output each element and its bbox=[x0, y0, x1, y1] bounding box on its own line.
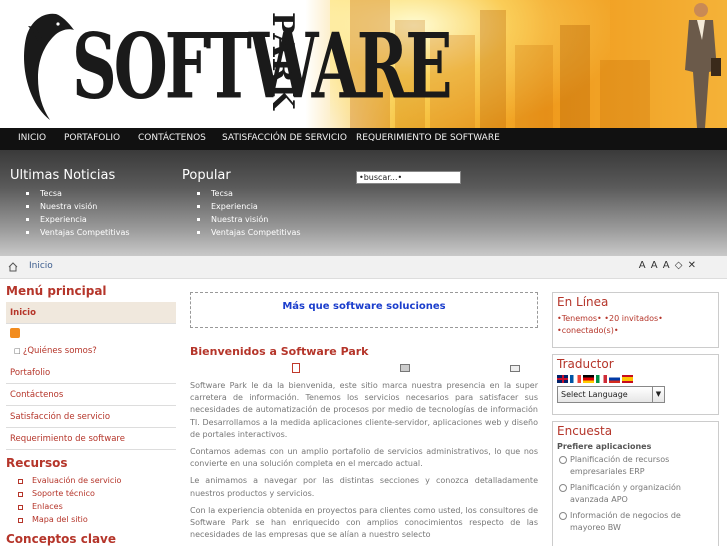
news-item[interactable]: Nuestra visión bbox=[26, 200, 130, 213]
poll-box: Encuesta Prefiere aplicaciones Planifica… bbox=[552, 421, 719, 546]
italy-flag-icon[interactable] bbox=[596, 375, 607, 383]
nav-contactenos[interactable]: CONTÁCTENOS bbox=[138, 133, 206, 143]
pdf-icon[interactable] bbox=[292, 363, 300, 373]
main-menu-title: Menú principal bbox=[6, 284, 107, 298]
email-icon[interactable] bbox=[510, 365, 520, 372]
content-paragraph: Con la experiencia obtenida en proyectos… bbox=[190, 505, 538, 540]
popular-item[interactable]: Ventajas Competitivas bbox=[197, 226, 301, 239]
nav-inicio[interactable]: INICIO bbox=[18, 133, 46, 143]
breadcrumb: Inicio A A A ◇ ✕ bbox=[0, 256, 727, 279]
france-flag-icon[interactable] bbox=[570, 375, 581, 383]
news-list: Tecsa Nuestra visión Experiencia Ventaja… bbox=[26, 187, 130, 239]
text-size-tools[interactable]: A A A ◇ ✕ bbox=[639, 260, 697, 271]
popular-item[interactable]: Tecsa bbox=[197, 187, 301, 200]
resource-item[interactable]: Soporte técnico bbox=[6, 487, 176, 500]
menu-item-satisfaccion[interactable]: Satisfacción de servicio bbox=[6, 406, 176, 428]
flags-row bbox=[557, 375, 714, 383]
resource-item[interactable]: Enlaces bbox=[6, 500, 176, 513]
germany-flag-icon[interactable] bbox=[583, 375, 594, 383]
search-input[interactable]: •buscar...• bbox=[356, 171, 461, 184]
poll-option[interactable]: Información de negocios de mayoreo BW bbox=[557, 510, 714, 534]
logo-wordmark: SOFTWARE bbox=[72, 13, 452, 120]
menu-item-portafolio[interactable]: Portafolio bbox=[6, 362, 176, 384]
menu-item-requerimiento[interactable]: Requerimiento de software bbox=[6, 428, 176, 450]
menu-item-inicio[interactable]: Inicio bbox=[6, 302, 176, 324]
resource-item[interactable]: Mapa del sitio bbox=[6, 513, 176, 526]
language-select-value: Select Language bbox=[561, 390, 628, 399]
online-box: En Línea •Tenemos• •20 invitados• •conec… bbox=[552, 292, 719, 348]
content-paragraph: Software Park le da la bienvenida, este … bbox=[190, 381, 538, 439]
popular-list: Tecsa Experiencia Nuestra visión Ventaja… bbox=[197, 187, 301, 239]
breadcrumb-home[interactable]: Inicio bbox=[29, 261, 53, 271]
main-navbar: INICIO PORTAFOLIO CONTÁCTENOS SATISFACCI… bbox=[0, 128, 727, 150]
news-band: Ultimas Noticias Tecsa Nuestra visión Ex… bbox=[0, 150, 727, 256]
nav-requerimiento[interactable]: REQUERIMIENTO DE SOFTWARE bbox=[356, 133, 500, 143]
page-title: Bienvenidos a Software Park bbox=[190, 345, 369, 358]
rss-icon[interactable] bbox=[10, 328, 20, 338]
main-content: Más que software soluciones Bienvenidos … bbox=[190, 292, 538, 541]
menu-item-quienes[interactable]: ¿Quiénes somos? bbox=[23, 346, 97, 356]
dolphin-logo-icon bbox=[24, 13, 74, 120]
businessman-figure bbox=[685, 3, 721, 128]
right-sidebar: En Línea •Tenemos• •20 invitados• •conec… bbox=[552, 292, 719, 552]
concepts-title: Conceptos clave bbox=[6, 532, 117, 546]
left-sidebar: Menú principal Inicio □ ¿Quiénes somos? … bbox=[6, 284, 176, 546]
language-select[interactable]: Select Language ▼ bbox=[557, 386, 665, 403]
radio-button[interactable] bbox=[559, 456, 567, 464]
nav-portafolio[interactable]: PORTAFOLIO bbox=[64, 133, 120, 143]
popular-title: Popular bbox=[182, 168, 231, 183]
poll-question: Prefiere aplicaciones bbox=[557, 442, 652, 451]
news-item[interactable]: Experiencia bbox=[26, 213, 130, 226]
popular-item[interactable]: Experiencia bbox=[197, 200, 301, 213]
content-paragraph: Contamos ademas con un amplio portafolio… bbox=[190, 447, 538, 469]
menu-item-contactenos[interactable]: Contáctenos bbox=[6, 384, 176, 406]
resource-item[interactable]: Evaluación de servicio bbox=[6, 474, 176, 487]
popular-item[interactable]: Nuestra visión bbox=[197, 213, 301, 226]
news-title: Ultimas Noticias bbox=[10, 168, 116, 183]
poll-option[interactable]: Planificación de recursos empresariales … bbox=[557, 454, 714, 478]
promo-banner: Más que software soluciones bbox=[190, 292, 538, 328]
radio-button[interactable] bbox=[559, 484, 567, 492]
poll-title: Encuesta bbox=[557, 424, 613, 438]
radio-button[interactable] bbox=[559, 512, 567, 520]
russia-flag-icon[interactable] bbox=[609, 375, 620, 383]
translator-title: Traductor bbox=[557, 357, 614, 371]
header-banner: SOFTWARE PARK bbox=[0, 0, 727, 128]
resources-list: Evaluación de servicio Soporte técnico E… bbox=[6, 474, 176, 526]
news-item[interactable]: Tecsa bbox=[26, 187, 130, 200]
poll-option[interactable]: Planificación y organización avanzada AP… bbox=[557, 482, 714, 506]
content-paragraph: Le animamos a navegar por las distintas … bbox=[190, 476, 538, 498]
online-text: •Tenemos• •20 invitados• •conectado(s)• bbox=[557, 314, 663, 335]
nav-satisfaccion[interactable]: SATISFACCIÓN DE SERVICIO bbox=[222, 133, 347, 143]
chevron-down-icon: ▼ bbox=[652, 387, 664, 402]
spain-flag-icon[interactable] bbox=[622, 375, 633, 383]
resources-title: Recursos bbox=[6, 456, 68, 470]
print-icon[interactable] bbox=[400, 364, 410, 372]
logo-side-text: PARK bbox=[265, 12, 300, 111]
uk-flag-icon[interactable] bbox=[557, 375, 568, 383]
home-icon[interactable] bbox=[8, 262, 18, 272]
online-title: En Línea bbox=[557, 295, 609, 309]
news-item[interactable]: Ventajas Competitivas bbox=[26, 226, 130, 239]
translator-box: Traductor Select Language ▼ bbox=[552, 354, 719, 415]
